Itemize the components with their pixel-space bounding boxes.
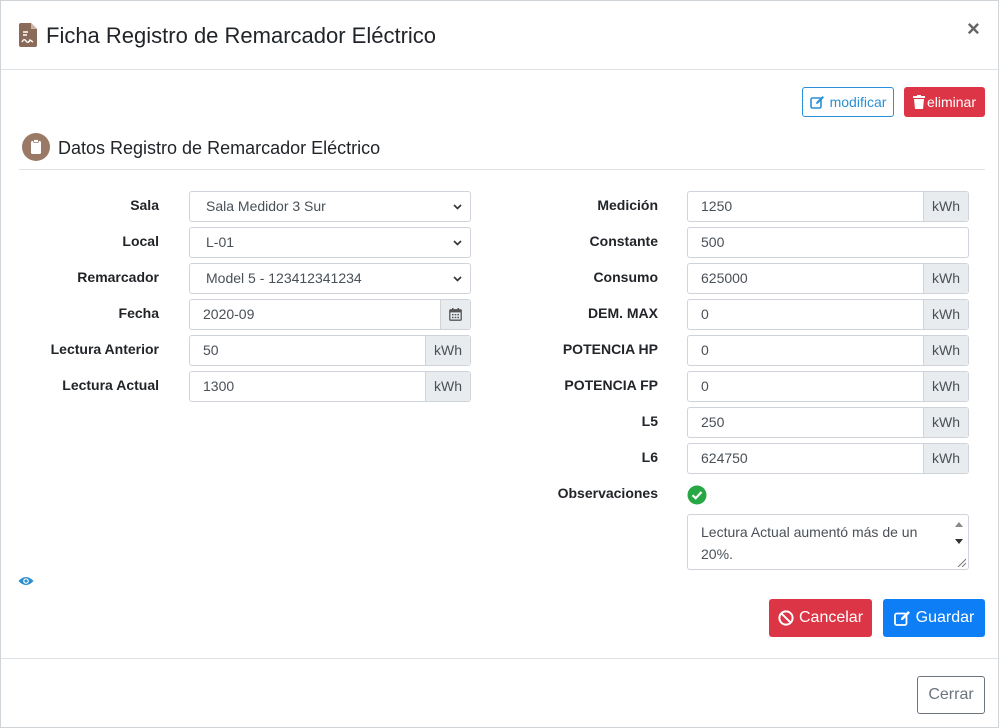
modal-title: Ficha Registro de Remarcador Eléctrico [46, 23, 437, 48]
constante-value: 500 [701, 234, 725, 250]
fecha-label: Fecha [118, 305, 159, 321]
potencia-fp-input[interactable]: 0 kWh [687, 371, 969, 402]
constante-input[interactable]: 500 [687, 227, 969, 258]
registro-modal: Ficha Registro de Remarcador Eléctrico ×… [0, 0, 999, 728]
chevron-down-icon [453, 204, 462, 210]
potencia-hp-value: 0 [701, 342, 709, 358]
l5-value: 250 [701, 414, 725, 430]
lectura-actual-input[interactable]: 1300 kWh [189, 371, 471, 402]
potencia-hp-label: POTENCIA HP [562, 341, 658, 357]
l6-value: 624750 [701, 450, 748, 466]
constante-label: Constante [589, 233, 658, 249]
remarcador-label: Remarcador [77, 269, 159, 285]
close-button[interactable]: Cerrar [917, 676, 985, 714]
dem-max-value: 0 [701, 306, 709, 322]
sala-label: Sala [130, 197, 159, 213]
cancel-button[interactable]: Cancelar [769, 599, 872, 637]
lectura-actual-label: Lectura Actual [62, 377, 159, 393]
unit-addon: kWh [923, 444, 968, 473]
trash-icon [912, 95, 925, 109]
unit-addon: kWh [923, 300, 968, 329]
fecha-input[interactable]: 2020-09 [189, 299, 471, 330]
medicion-value: 1250 [701, 198, 733, 214]
sala-select[interactable]: Sala Medidor 3 Sur [189, 191, 471, 222]
l6-input[interactable]: 624750 kWh [687, 443, 969, 474]
modify-button[interactable]: modificar [802, 87, 894, 117]
delete-button[interactable]: eliminar [904, 87, 985, 117]
potencia-fp-value: 0 [701, 378, 709, 394]
lectura-anterior-input[interactable]: 50 kWh [189, 335, 471, 366]
l5-input[interactable]: 250 kWh [687, 407, 969, 438]
unit-addon: kWh [425, 372, 470, 401]
consumo-value: 625000 [701, 270, 748, 286]
chevron-down-icon [453, 276, 462, 282]
eye-icon[interactable] [18, 575, 34, 587]
modal-header: Ficha Registro de Remarcador Eléctrico × [1, 1, 998, 70]
section-divider [19, 169, 985, 170]
consumo-label: Consumo [593, 269, 658, 285]
observaciones-label: Observaciones [557, 485, 658, 501]
dem-max-label: DEM. MAX [588, 305, 658, 321]
section-title: Datos Registro de Remarcador Eléctrico [58, 138, 381, 158]
local-value: L-01 [206, 234, 235, 250]
ban-icon [778, 610, 794, 626]
observaciones-textarea[interactable]: Lectura Actual aumentó más de un 20%. [687, 514, 969, 570]
observaciones-text: Lectura Actual aumentó más de un 20%. [701, 524, 918, 562]
save-label: Guardar [915, 609, 975, 626]
delete-label: eliminar [926, 94, 976, 110]
clipboard-icon [22, 133, 50, 161]
remarcador-value: Model 5 - 123412341234 [206, 270, 362, 286]
lectura-anterior-value: 50 [203, 342, 219, 358]
scroll-down-icon[interactable] [955, 539, 963, 545]
edit-icon [893, 611, 910, 626]
remarcador-select[interactable]: Model 5 - 123412341234 [189, 263, 471, 294]
calendar-button[interactable] [440, 300, 470, 329]
local-select[interactable]: L-01 [189, 227, 471, 258]
consumo-input[interactable]: 625000 kWh [687, 263, 969, 294]
check-circle-icon [687, 485, 707, 505]
modify-label: modificar [829, 94, 887, 110]
unit-addon: kWh [923, 336, 968, 365]
calendar-icon [449, 308, 462, 321]
dem-max-input[interactable]: 0 kWh [687, 299, 969, 330]
unit-addon: kWh [923, 264, 968, 293]
medicion-label: Medición [597, 197, 658, 213]
resize-grip-icon[interactable] [957, 558, 966, 567]
scroll-up-icon[interactable] [955, 521, 963, 527]
file-signature-icon [19, 23, 37, 47]
unit-addon: kWh [425, 336, 470, 365]
lectura-actual-value: 1300 [203, 378, 235, 394]
chevron-down-icon [453, 240, 462, 246]
l6-label: L6 [641, 449, 658, 465]
unit-addon: kWh [923, 408, 968, 437]
edit-icon [809, 96, 824, 109]
cancel-label: Cancelar [798, 609, 864, 626]
footer-divider [1, 658, 998, 659]
unit-addon: kWh [923, 372, 968, 401]
unit-addon: kWh [923, 192, 968, 221]
close-x-icon[interactable]: × [967, 15, 980, 43]
save-button[interactable]: Guardar [883, 599, 985, 637]
potencia-fp-label: POTENCIA FP [564, 377, 658, 393]
l5-label: L5 [641, 413, 658, 429]
fecha-value: 2020-09 [203, 306, 255, 322]
local-label: Local [122, 233, 159, 249]
sala-value: Sala Medidor 3 Sur [206, 198, 326, 214]
lectura-anterior-label: Lectura Anterior [50, 341, 159, 357]
potencia-hp-input[interactable]: 0 kWh [687, 335, 969, 366]
medicion-input[interactable]: 1250 kWh [687, 191, 969, 222]
